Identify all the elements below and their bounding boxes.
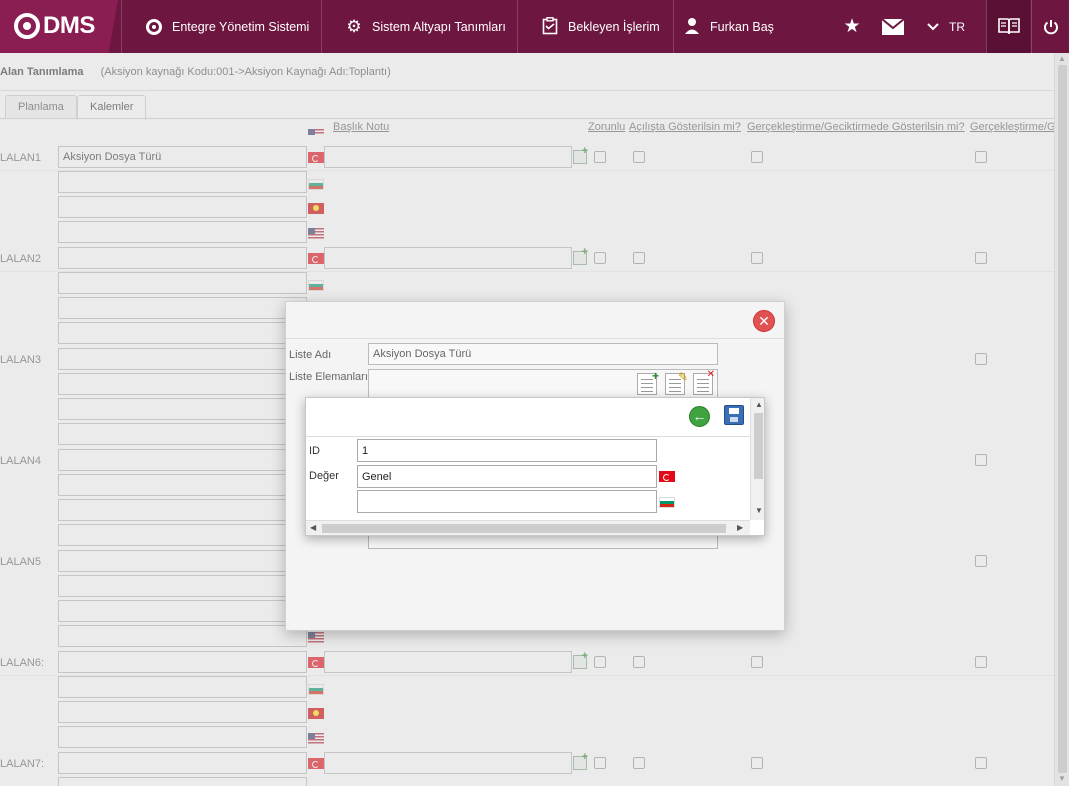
user-name: Furkan Baş — [710, 19, 774, 34]
close-icon[interactable]: ✕ — [753, 310, 775, 332]
scroll-up-arrow[interactable]: ▲ — [755, 400, 763, 409]
divider — [306, 436, 750, 437]
deger-label: Değer — [309, 470, 339, 482]
nav-label: Entegre Yönetim Sistemi — [172, 19, 310, 34]
scrollbar-thumb[interactable] — [754, 413, 763, 479]
power-icon[interactable] — [1031, 0, 1069, 53]
turkey-flag-icon — [659, 471, 675, 482]
nav-label: Sistem Altyapı Tanımları — [372, 19, 506, 34]
add-icon[interactable] — [637, 369, 659, 395]
id-input[interactable]: 1 — [357, 439, 657, 462]
nav-sistem-altyapi[interactable]: ⚙ Sistem Altyapı Tanımları — [321, 0, 517, 53]
nav-bekleyen-islerim[interactable]: Bekleyen İşlerim — [517, 0, 673, 53]
clipboard-icon — [540, 16, 560, 37]
scrollbar-thumb[interactable] — [322, 524, 726, 533]
chevron-down-icon[interactable] — [913, 0, 953, 53]
dialog-horizontal-scrollbar[interactable]: ◀ ▶ — [306, 520, 750, 535]
book-icon[interactable] — [986, 0, 1030, 53]
dialog-vertical-scrollbar[interactable]: ▲ ▼ — [750, 398, 764, 520]
scroll-right-arrow[interactable]: ▶ — [737, 523, 743, 532]
logo-q-icon — [14, 13, 40, 39]
nav-label: Bekleyen İşlerim — [568, 19, 660, 34]
deger-input-bg[interactable] — [357, 490, 657, 513]
divider — [286, 338, 784, 339]
scroll-left-arrow[interactable]: ◀ — [310, 523, 316, 532]
gear-icon: ⚙ — [346, 16, 362, 36]
qdms-logo[interactable]: DMS — [0, 0, 118, 53]
deger-input-tr[interactable]: Genel — [357, 465, 657, 488]
save-icon[interactable] — [724, 405, 744, 425]
nav-entegre-yonetim[interactable]: Entegre Yönetim Sistemi — [121, 0, 321, 53]
logo-text: DMS — [43, 12, 95, 39]
mail-icon[interactable] — [873, 0, 913, 53]
back-arrow-icon[interactable]: ← — [689, 406, 710, 427]
liste-adi-input[interactable]: Aksiyon Dosya Türü — [368, 343, 718, 365]
liste-elemanlari-label: Liste Elemanları — [289, 371, 368, 383]
delete-icon[interactable] — [693, 369, 715, 395]
id-label: ID — [309, 445, 320, 457]
top-navigation-bar: DMS Entegre Yönetim Sistemi ⚙ Sistem Alt… — [0, 0, 1069, 53]
user-icon — [682, 17, 702, 37]
language-selector[interactable]: TR — [949, 20, 965, 34]
nav-user-profile[interactable]: Furkan Baş — [673, 0, 823, 53]
edit-icon[interactable] — [665, 370, 688, 395]
list-item-dialog: ← ID 1 Değer Genel ▲ ▼ ◀ ▶ — [305, 397, 765, 536]
liste-adi-label: Liste Adı — [289, 349, 332, 361]
scroll-down-arrow[interactable]: ▼ — [755, 506, 763, 515]
qdms-circle-icon — [146, 18, 162, 35]
star-icon[interactable]: ★ — [832, 0, 872, 53]
bulgaria-flag-icon — [659, 497, 675, 508]
